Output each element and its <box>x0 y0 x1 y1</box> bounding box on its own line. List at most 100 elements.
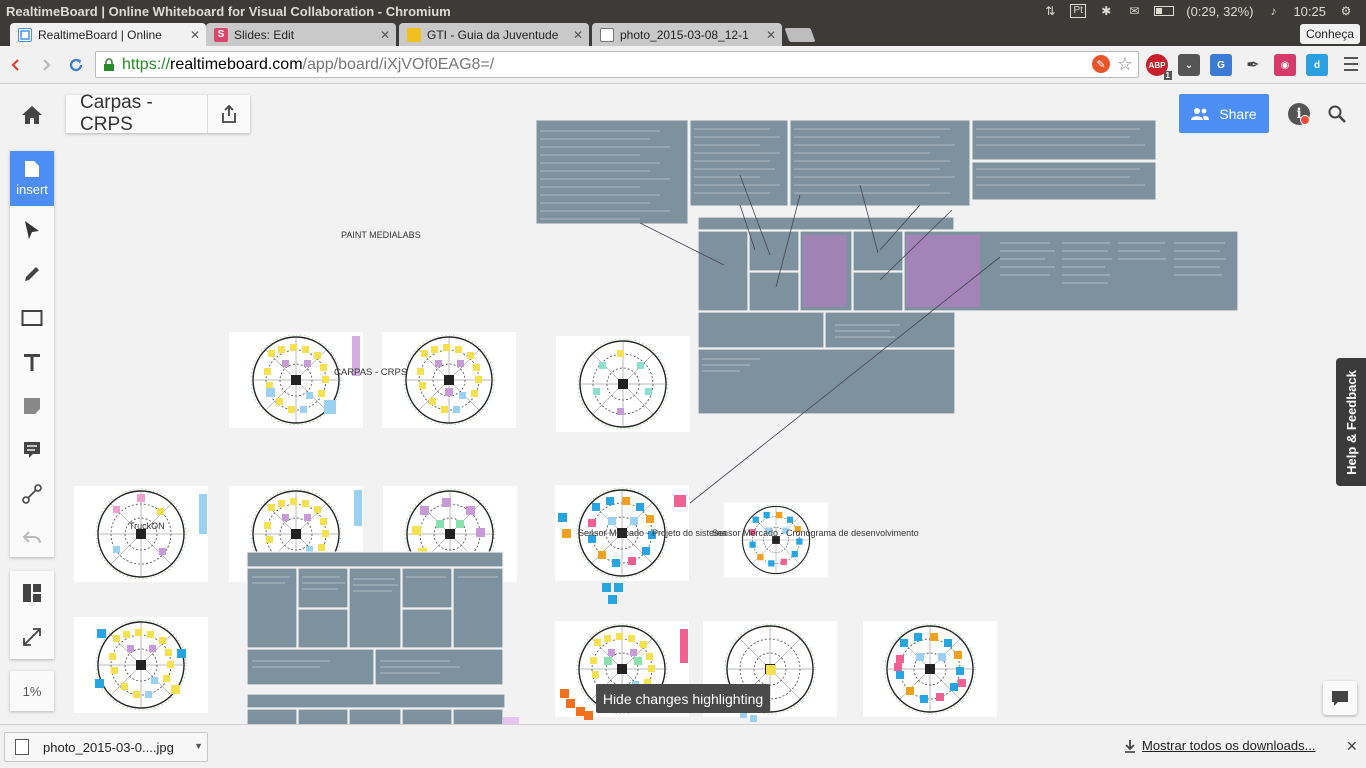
chat-button[interactable] <box>1323 681 1357 715</box>
download-menu-icon[interactable]: ▼ <box>194 741 203 751</box>
wheel-board-persona <box>554 484 690 604</box>
tab-photo[interactable]: photo_2015-03-08_12-1 ✕ <box>592 23 782 46</box>
tab-label: photo_2015-03-08_12-1 <box>620 27 749 42</box>
people-icon <box>1191 107 1210 120</box>
close-tab-icon[interactable]: ✕ <box>766 28 776 42</box>
extension-action-icon[interactable]: ✎ <box>1092 55 1110 73</box>
download-item[interactable]: photo_2015-03-0....jpg ▼ <box>4 732 208 762</box>
hide-changes-button[interactable]: Hide changes highlighting <box>596 684 770 713</box>
sticky-note-tool[interactable] <box>10 384 54 428</box>
home-button[interactable] <box>14 97 50 133</box>
pencil-icon <box>25 267 39 281</box>
board-title[interactable]: Carpas - CRPS <box>66 92 207 136</box>
close-tab-icon[interactable]: ✕ <box>573 28 583 42</box>
search-button[interactable] <box>1326 103 1348 125</box>
help-feedback-tab[interactable]: Help & Feedback <box>1336 358 1366 486</box>
keyboard-layout-indicator[interactable]: Pt <box>1070 4 1087 18</box>
download-arrow-icon <box>1125 739 1135 753</box>
highlight-pink <box>503 717 519 724</box>
highlight-purple-2 <box>906 235 980 307</box>
close-downloads-icon[interactable]: ✕ <box>1346 738 1358 755</box>
extension-icons: ABP 1 ⌄ G ✒ ◉ d <box>1146 54 1328 80</box>
new-tab-button[interactable] <box>784 28 816 42</box>
view-panel <box>10 571 54 659</box>
forward-button[interactable] <box>32 51 60 79</box>
eyedropper-icon[interactable]: ✒ <box>1242 54 1264 76</box>
shape-tool[interactable] <box>10 296 54 340</box>
label-sensor-cronograma[interactable]: Sensor Mercado - Cronograma de desenvolv… <box>712 528 919 538</box>
notification-dot <box>1300 115 1310 125</box>
sticky-note-icon <box>24 398 40 414</box>
export-icon <box>222 104 237 123</box>
battery-status: (0:29, 32%) <box>1186 3 1254 19</box>
wheel-board-marketing-1 <box>228 331 364 429</box>
undo-icon <box>22 531 41 544</box>
home-icon <box>22 106 42 124</box>
abp-label: ABP <box>1148 60 1166 70</box>
back-button[interactable] <box>2 51 30 79</box>
close-tab-icon[interactable]: ✕ <box>190 28 200 42</box>
reload-button[interactable] <box>62 51 90 79</box>
select-tool[interactable] <box>10 208 54 252</box>
connector-tool[interactable] <box>10 472 54 516</box>
os-title-bar: RealtimeBoard | Online Whiteboard for Vi… <box>0 0 1366 22</box>
search-icon <box>1328 105 1346 123</box>
board-title-card: Carpas - CRPS <box>66 92 250 136</box>
label-truckon[interactable]: TruckON <box>129 521 165 531</box>
screen-record-icon[interactable]: ◉ <box>1274 54 1296 76</box>
volume-icon[interactable]: ♪ <box>1265 4 1281 18</box>
fit-screen-button[interactable] <box>10 615 54 659</box>
wheel-board-carpas-1 <box>73 485 209 583</box>
tab-realtimeboard[interactable]: RealtimeBoard | Online ✕ <box>10 23 206 46</box>
adblock-plus-icon[interactable]: ABP 1 <box>1146 54 1172 80</box>
profile-button[interactable]: Conheça <box>1299 24 1360 44</box>
label-sensor-projeto[interactable]: Sensor Mercado - Projeto do sistema <box>578 528 727 538</box>
layout-button[interactable] <box>10 571 54 615</box>
power-gear-icon[interactable]: ⚙ <box>1338 4 1354 18</box>
close-tab-icon[interactable]: ✕ <box>380 28 390 42</box>
tab-gti[interactable]: GTI - Guia da Juventude ✕ <box>399 23 589 46</box>
text-icon <box>24 354 40 371</box>
pen-tool[interactable] <box>10 252 54 296</box>
window-title: RealtimeBoard | Online Whiteboard for Vi… <box>6 3 451 19</box>
address-bar[interactable]: https://realtimeboard.com/app/board/iXjV… <box>95 51 1139 78</box>
pocket-icon[interactable]: ⌄ <box>1178 54 1200 76</box>
connection-line-icon <box>22 484 42 504</box>
board-canvas[interactable]: PAINT MEDIALABS CARPAS - CRPS TruckON Se… <box>0 85 1366 724</box>
tab-slides[interactable]: S Slides: Edit ✕ <box>206 23 396 46</box>
bluetooth-icon[interactable]: ✱ <box>1098 4 1114 18</box>
tab-label: GTI - Guia da Juventude <box>427 27 559 42</box>
insert-label: insert <box>16 182 48 197</box>
clock[interactable]: 10:25 <box>1293 4 1326 19</box>
wheel-board-marketing-2 <box>381 331 517 429</box>
mail-icon[interactable]: ✉ <box>1126 4 1142 18</box>
comment-tool[interactable] <box>10 428 54 472</box>
undo-button[interactable] <box>10 516 54 560</box>
battery-icon[interactable] <box>1154 6 1175 16</box>
share-button[interactable]: Share <box>1179 94 1269 133</box>
wheel-board-truckon <box>73 616 209 714</box>
sort-arrows-icon[interactable]: ⇅ <box>1042 4 1058 18</box>
system-tray: ⇅ Pt ✱ ✉ (0:29, 32%) ♪ 10:25 ⚙ <box>1042 4 1366 19</box>
realtimeboard-icon <box>18 27 32 42</box>
show-all-downloads-link[interactable]: Mostrar todos os downloads... <box>1124 738 1315 753</box>
label-carpas-crps[interactable]: CARPAS - CRPS <box>334 367 407 378</box>
dashlane-icon[interactable]: d <box>1306 54 1328 76</box>
board-content[interactable] <box>0 85 1366 724</box>
layout-icon <box>23 584 41 602</box>
insert-tool[interactable]: insert <box>10 151 54 206</box>
text-tool[interactable] <box>10 340 54 384</box>
translate-icon[interactable]: G <box>1210 54 1232 76</box>
abp-count-badge: 1 <box>1163 71 1172 80</box>
slides-icon: S <box>214 27 228 42</box>
browser-toolbar: https://realtimeboard.com/app/board/iXjV… <box>0 46 1366 84</box>
browser-menu-icon[interactable] <box>1344 57 1358 71</box>
cursor-icon <box>25 221 39 239</box>
tool-panel: insert <box>10 151 54 557</box>
zoom-level[interactable]: 1% <box>10 671 54 711</box>
export-button[interactable] <box>208 95 250 133</box>
bookmark-star-icon[interactable]: ☆ <box>1116 54 1134 74</box>
url-path: /app/board/iXjVOf0EAG8=/ <box>302 55 495 73</box>
label-paint-medialabs[interactable]: PAINT MEDIALABS <box>341 230 421 240</box>
omnibox-actions: ✎ ☆ <box>1092 54 1134 74</box>
